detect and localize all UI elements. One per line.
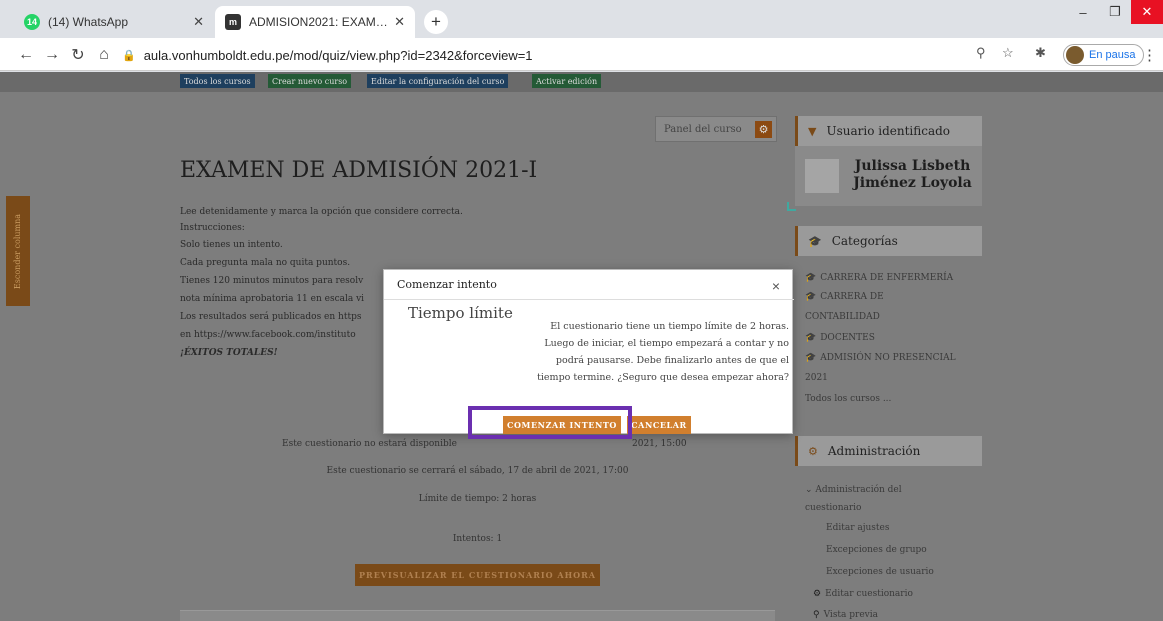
gears-icon: ⚙ [808, 444, 818, 458]
course-panel-button[interactable]: Panel del curso ⚙ [655, 116, 777, 142]
menu-icon[interactable]: ⋮ [1142, 46, 1157, 64]
categories-header: 🎓 Categorías [795, 226, 982, 256]
group-exceptions-link[interactable]: Excepciones de grupo [826, 545, 927, 555]
star-icon[interactable]: ☆ [1002, 45, 1014, 61]
category-link[interactable]: 🎓 CARRERA DE ENFERMERÍA [805, 273, 953, 283]
preview-quiz-button[interactable]: PREVISUALIZAR EL CUESTIONARIO AHORA [355, 564, 600, 586]
tab-whatsapp[interactable]: 14 (14) WhatsApp ✕ [14, 6, 214, 38]
user-block-title: Usuario identificado [826, 124, 951, 138]
quiz-admin-link[interactable]: ⌄ Administración del [805, 485, 902, 495]
attempts: Intentos: 1 [452, 534, 503, 544]
course-panel-label: Panel del curso [664, 123, 742, 135]
edit-course-button[interactable]: Editar la configuración del curso [367, 74, 509, 88]
url-text: aula.vonhumboldt.edu.pe/mod/quiz/view.ph… [143, 47, 533, 63]
close-icon[interactable]: ✕ [394, 14, 405, 30]
avatar [805, 159, 839, 193]
highlight-box [468, 406, 632, 439]
extensions-icon[interactable]: ✱ [1035, 45, 1046, 61]
edit-quiz-link[interactable]: ⚙ Editar cuestionario [813, 589, 913, 599]
description-line: en https://www.facebook.com/instituto [180, 330, 356, 340]
close-icon[interactable]: × [772, 278, 780, 294]
zoom-icon[interactable]: ⚲ [976, 45, 986, 61]
tab-strip: 14 (14) WhatsApp ✕ m ADMISION2021: EXAME… [0, 0, 1163, 38]
pin-icon: ▼ [808, 124, 817, 138]
dialog-body-line: podrá pausarse. Debe finalizarlo antes d… [555, 355, 789, 366]
category-link-continuation[interactable]: CONTABILIDAD [805, 312, 880, 322]
gear-icon: ⚙ [755, 121, 772, 138]
minimize-button[interactable]: – [1067, 0, 1099, 24]
forward-icon[interactable]: → [40, 43, 64, 67]
dialog-body: El cuestionario tiene un tiempo límite d… [514, 318, 789, 386]
all-courses-button[interactable]: Todos los cursos [180, 74, 255, 88]
hide-column-label: Esconder columna [13, 213, 23, 289]
profile-label: En pausa [1089, 49, 1136, 61]
description-line: Solo tienes un intento. [180, 240, 283, 250]
description-line: Los resultados será publicados en https [180, 312, 362, 322]
close-date: Este cuestionario se cerrará el sábado, … [326, 466, 629, 476]
category-link[interactable]: 🎓 ADMISIÓN NO PRESENCIAL [805, 353, 956, 363]
graduation-cap-icon: 🎓 [805, 273, 817, 283]
tab-title: ADMISION2021: EXAMEN DE AD [249, 15, 389, 29]
tab-admision[interactable]: m ADMISION2021: EXAMEN DE AD ✕ [215, 6, 415, 38]
graduation-cap-icon: 🎓 [805, 292, 817, 302]
time-limit: Límite de tiempo: 2 horas [418, 494, 537, 504]
profile-button[interactable]: En pausa [1063, 44, 1145, 66]
browser-toolbar: ← → ↻ ⌂ 🔒 aula.vonhumboldt.edu.pe/mod/qu… [0, 38, 1163, 71]
window-close-button[interactable]: ✕ [1131, 0, 1163, 24]
category-link[interactable]: 🎓 CARRERA DE [805, 292, 884, 302]
user-name[interactable]: Julissa Lisbeth Jiménez Loyola [845, 158, 980, 192]
dialog-body-line: El cuestionario tiene un tiempo límite d… [550, 321, 789, 332]
graduation-cap-icon: 🎓 [805, 333, 817, 343]
all-courses-link[interactable]: Todos los cursos ... [805, 394, 891, 404]
description-line: Tienes 120 minutos minutos para resolv [180, 276, 364, 286]
maximize-button[interactable]: ❐ [1099, 0, 1131, 24]
zoom-icon: ⚲ [813, 610, 820, 620]
dialog-subtitle: Tiempo límite [408, 304, 513, 322]
categories-title: Categorías [831, 234, 898, 248]
address-bar[interactable]: 🔒 aula.vonhumboldt.edu.pe/mod/quiz/view.… [122, 42, 1018, 68]
category-link[interactable]: 🎓 DOCENTES [805, 333, 875, 343]
user-block-header: ▼ Usuario identificado [795, 116, 982, 146]
new-course-button[interactable]: Crear nuevo curso [268, 74, 352, 88]
availability-prefix: Este cuestionario no estará disponible [282, 439, 457, 449]
user-box: Julissa Lisbeth Jiménez Loyola [795, 146, 982, 206]
lock-icon: 🔒 [122, 49, 136, 62]
cancel-button[interactable]: CANCELAR [627, 416, 691, 434]
graduation-cap-icon: 🎓 [808, 234, 822, 248]
admin-title: Administración [827, 444, 921, 458]
slogan: ¡ÉXITOS TOTALES! [180, 348, 278, 358]
moodle-icon: m [225, 14, 241, 30]
dialog-header: Comenzar intento [384, 270, 794, 300]
description-line: Cada pregunta mala no quita puntos. [180, 258, 351, 268]
description-line: Lee detenidamente y marca la opción que … [180, 207, 463, 217]
dialog-title: Comenzar intento [397, 278, 497, 291]
gear-icon: ⚙ [813, 589, 822, 599]
preview-link[interactable]: ⚲ Vista previa [813, 610, 878, 620]
user-exceptions-link[interactable]: Excepciones de usuario [826, 567, 934, 577]
activate-edit-button[interactable]: Activar edición [532, 74, 602, 88]
admin-header: ⚙ Administración [795, 436, 982, 466]
quiz-admin-link-continuation[interactable]: cuestionario [805, 503, 861, 513]
tab-title: (14) WhatsApp [48, 15, 129, 29]
avatar [1066, 46, 1084, 64]
new-tab-button[interactable]: + [424, 10, 448, 34]
bottom-strip [180, 610, 775, 621]
availability-suffix: 2021, 15:00 [632, 439, 687, 449]
corner-marker [787, 202, 796, 211]
edit-settings-link[interactable]: Editar ajustes [826, 523, 890, 533]
reload-icon[interactable]: ↻ [66, 43, 90, 67]
home-icon[interactable]: ⌂ [92, 43, 116, 67]
graduation-cap-icon: 🎓 [805, 353, 817, 363]
page-title: EXAMEN DE ADMISIÓN 2021-I [180, 158, 538, 183]
back-icon[interactable]: ← [14, 43, 38, 67]
category-link-continuation[interactable]: 2021 [805, 373, 828, 383]
close-icon[interactable]: ✕ [193, 14, 204, 30]
whatsapp-icon: 14 [24, 14, 40, 30]
dialog-body-line: tiempo termine. ¿Seguro que desea empeza… [537, 372, 789, 383]
hide-column-tab[interactable]: Esconder columna [6, 196, 30, 306]
dialog-body-line: Luego de iniciar, el tiempo empezará a c… [544, 338, 789, 349]
description-line: Instrucciones: [180, 223, 245, 233]
description-line: nota mínima aprobatoria 11 en escala vi [180, 294, 365, 304]
admin-bar: Todos los cursos Crear nuevo curso Edita… [0, 72, 1163, 92]
